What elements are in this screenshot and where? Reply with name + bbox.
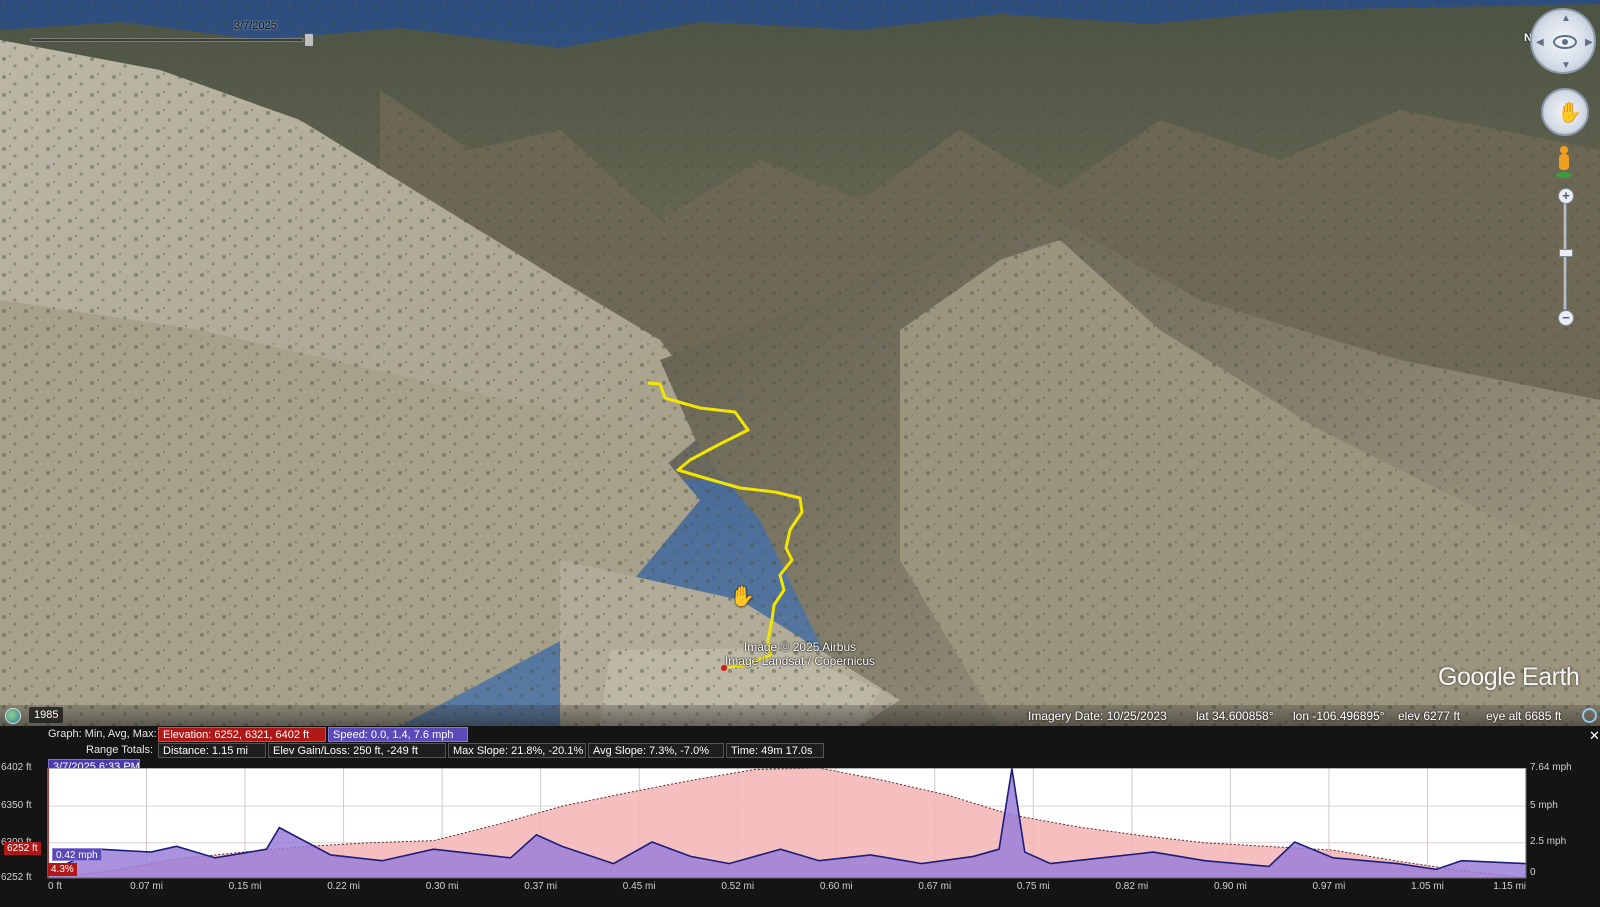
- x-tick-label: 0.30 mi: [425, 881, 459, 892]
- elevation-readout: elev 6277 ft: [1398, 709, 1461, 723]
- google-earth-logo: Google Earth: [1438, 663, 1580, 691]
- x-tick-label: 0.82 mi: [1115, 881, 1149, 892]
- status-bar: 1985 Imagery Date: 10/25/2023 lat 34.600…: [0, 705, 1600, 726]
- close-icon[interactable]: ✕: [1589, 728, 1600, 744]
- earth-3d-view[interactable]: 3/7/2025 N ▲ ▼ ◀ ▶ ✋ + − ✋ Image © 2025 …: [0, 0, 1600, 726]
- eye-icon: [1553, 35, 1577, 49]
- time-slider-handle[interactable]: [304, 33, 314, 47]
- x-tick-label: 0.52 mi: [721, 881, 755, 892]
- imagery-date: Imagery Date: 10/25/2023: [1028, 709, 1167, 723]
- y-right-tick-label: 5 mph: [1530, 800, 1558, 811]
- historical-year-badge[interactable]: 1985: [29, 707, 64, 723]
- terrain-imagery[interactable]: [0, 0, 1600, 726]
- arrow-right-icon[interactable]: ▶: [1585, 37, 1593, 48]
- pegman-head: [1560, 146, 1568, 154]
- x-tick-label: 1.15 mi: [1493, 881, 1526, 892]
- look-around-compass[interactable]: ▲ ▼ ◀ ▶: [1530, 8, 1596, 74]
- time-slider-track[interactable]: [30, 38, 304, 42]
- cursor-elevation-tag: 6252 ft: [4, 842, 41, 855]
- x-tick-label: 1.05 mi: [1411, 881, 1444, 892]
- x-tick-label: 0.97 mi: [1312, 881, 1346, 892]
- elevation-summary-button[interactable]: Elevation: 6252, 6321, 6402 ft: [158, 727, 326, 742]
- x-tick-label: 0.22 mi: [327, 881, 360, 892]
- streaming-indicator-icon: [1582, 708, 1597, 723]
- distance-value: Distance: 1.15 mi: [158, 743, 266, 758]
- x-tick-label: 0.75 mi: [1016, 881, 1050, 892]
- elevation-profile-graph[interactable]: 0 ft 0.07 mi 0.15 mi 0.22 mi 0.30 mi 0.37 mi 0…: [0, 762, 1600, 907]
- google-earth-window: 3/7/2025 N ▲ ▼ ◀ ▶ ✋ + − ✋ Image © 2025 …: [0, 0, 1600, 907]
- x-tick-label: 0.07 mi: [130, 881, 163, 892]
- historical-time-slider[interactable]: 3/7/2025: [30, 20, 314, 48]
- max-slope-value: Max Slope: 21.8%, -20.1%: [448, 743, 586, 758]
- zoom-out-button[interactable]: −: [1558, 310, 1574, 326]
- x-tick-label: 0 ft: [48, 881, 62, 892]
- longitude-readout: lon -106.496895°: [1293, 709, 1385, 723]
- arrow-up-icon[interactable]: ▲: [1561, 13, 1571, 24]
- latitude-readout: lat 34.600858°: [1196, 709, 1274, 723]
- x-tick-label: 0.45 mi: [622, 881, 656, 892]
- y-right-tick-label: 7.64 mph: [1530, 762, 1572, 773]
- eye-altitude-readout: eye alt 6685 ft: [1486, 709, 1562, 723]
- range-totals-label: Range Totals:: [86, 744, 154, 756]
- x-tick-label: 0.67 mi: [918, 881, 952, 892]
- zoom-thumb[interactable]: [1559, 249, 1573, 257]
- y-left-tick-label: 6350 ft: [1, 800, 32, 812]
- historical-imagery-icon[interactable]: [5, 708, 21, 724]
- hand-pan-icon: ✋: [1557, 102, 1582, 124]
- x-tick-label: 0.15 mi: [228, 881, 262, 892]
- imagery-credits: Image © 2025 Airbus Image Landsat / Cope…: [700, 640, 900, 668]
- graph-min-avg-max-label: Graph: Min, Avg, Max:: [48, 728, 157, 740]
- elev-gain-loss-value: Elev Gain/Loss: 250 ft, -249 ft: [268, 743, 446, 758]
- pegman-base: [1556, 172, 1572, 178]
- pegman-body: [1559, 154, 1569, 170]
- time-slider-date: 3/7/2025: [234, 20, 277, 32]
- cursor-slope-tag: 4.3%: [48, 863, 77, 876]
- cursor-speed-tag: 0.42 mph: [52, 848, 102, 861]
- zoom-in-button[interactable]: +: [1558, 188, 1574, 204]
- x-tick-label: 0.90 mi: [1213, 881, 1247, 892]
- x-tick-label: 0.60 mi: [819, 881, 853, 892]
- y-right-tick-label: 2.5 mph: [1530, 836, 1567, 847]
- avg-slope-value: Avg Slope: 7.3%, -7.0%: [588, 743, 724, 758]
- speed-summary-button[interactable]: Speed: 0.0, 1.4, 7.6 mph: [328, 727, 468, 742]
- arrow-down-icon[interactable]: ▼: [1561, 60, 1571, 71]
- elevation-profile-panel: ✕ Graph: Min, Avg, Max: Elevation: 6252,…: [0, 726, 1600, 907]
- y-left-tick-label: 6402 ft: [1, 762, 32, 773]
- x-tick-label: 0.37 mi: [524, 881, 558, 892]
- time-value: Time: 49m 17.0s: [726, 743, 824, 758]
- pan-control[interactable]: ✋: [1541, 88, 1589, 136]
- zoom-slider[interactable]: + −: [1558, 188, 1574, 326]
- street-view-pegman-icon[interactable]: [1556, 146, 1572, 178]
- hand-cursor-icon: ✋: [730, 586, 755, 608]
- credit-line: Image Landsat / Copernicus: [724, 654, 876, 668]
- y-left-tick-label: 6252 ft: [1, 872, 32, 883]
- y-right-tick-label: 0: [1530, 867, 1536, 878]
- credit-line: Image © 2025 Airbus: [743, 640, 857, 654]
- arrow-left-icon[interactable]: ◀: [1536, 37, 1544, 48]
